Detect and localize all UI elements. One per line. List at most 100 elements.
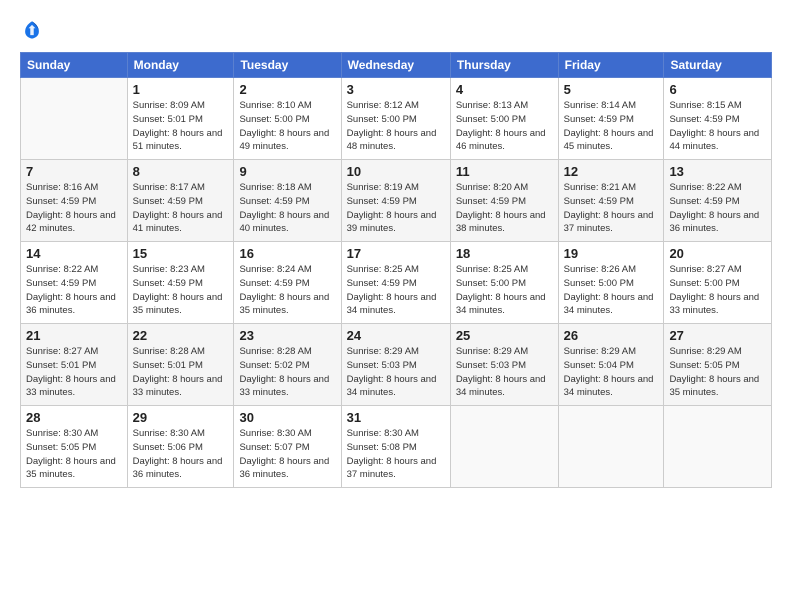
day-detail: Sunrise: 8:29 AMSunset: 5:03 PMDaylight:… [347,345,445,400]
calendar-cell: 17Sunrise: 8:25 AMSunset: 4:59 PMDayligh… [341,242,450,324]
day-number: 11 [456,164,553,179]
day-detail: Sunrise: 8:22 AMSunset: 4:59 PMDaylight:… [669,181,766,236]
day-detail: Sunrise: 8:16 AMSunset: 4:59 PMDaylight:… [26,181,122,236]
day-detail: Sunrise: 8:18 AMSunset: 4:59 PMDaylight:… [239,181,335,236]
calendar-cell: 21 Sunrise: 8:27 AMSunset: 5:01 PMDayligh… [21,324,128,406]
calendar-week-1: 1Sunrise: 8:09 AMSunset: 5:01 PMDaylight… [21,78,772,160]
calendar-week-3: 14 Sunrise: 8:22 AMSunset: 4:59 PMDayligh… [21,242,772,324]
day-detail: Sunrise: 8:29 AMSunset: 5:03 PMDaylight:… [456,345,553,400]
day-number: 31 [347,410,445,425]
day-number: 5 [564,82,659,97]
day-number: 29 [133,410,229,425]
day-number: 14 [26,246,122,261]
day-number: 9 [239,164,335,179]
day-number: 27 [669,328,766,343]
day-number: 8 [133,164,229,179]
calendar-header-row: SundayMondayTuesdayWednesdayThursdayFrid… [21,53,772,78]
calendar-cell: 18 Sunrise: 8:25 AMSunset: 5:00 PMDayligh… [450,242,558,324]
col-header-friday: Friday [558,53,664,78]
calendar-cell: 25 Sunrise: 8:29 AMSunset: 5:03 PMDayligh… [450,324,558,406]
calendar-cell: 8 Sunrise: 8:17 AMSunset: 4:59 PMDaylight… [127,160,234,242]
day-number: 20 [669,246,766,261]
calendar-cell: 14 Sunrise: 8:22 AMSunset: 4:59 PMDayligh… [21,242,128,324]
calendar-cell [450,406,558,488]
day-number: 21 [26,328,122,343]
day-detail: Sunrise: 8:26 AMSunset: 5:00 PMDaylight:… [564,263,659,318]
calendar-cell: 3 Sunrise: 8:12 AMSunset: 5:00 PMDaylight… [341,78,450,160]
day-detail: Sunrise: 8:30 AMSunset: 5:05 PMDaylight:… [26,427,122,482]
calendar-cell: 23 Sunrise: 8:28 AMSunset: 5:02 PMDayligh… [234,324,341,406]
day-number: 10 [347,164,445,179]
calendar-cell: 1Sunrise: 8:09 AMSunset: 5:01 PMDaylight… [127,78,234,160]
day-number: 25 [456,328,553,343]
calendar-cell: 29 Sunrise: 8:30 AMSunset: 5:06 PMDayligh… [127,406,234,488]
day-number: 18 [456,246,553,261]
calendar-cell: 31 Sunrise: 8:30 AMSunset: 5:08 PMDayligh… [341,406,450,488]
day-number: 3 [347,82,445,97]
header [20,18,772,42]
calendar-cell: 27 Sunrise: 8:29 AMSunset: 5:05 PMDayligh… [664,324,772,406]
day-detail: Sunrise: 8:28 AMSunset: 5:02 PMDaylight:… [239,345,335,400]
calendar-cell: 26 Sunrise: 8:29 AMSunset: 5:04 PMDayligh… [558,324,664,406]
day-number: 1 [133,82,229,97]
day-detail: Sunrise: 8:19 AMSunset: 4:59 PMDaylight:… [347,181,445,236]
calendar-cell: 10 Sunrise: 8:19 AMSunset: 4:59 PMDayligh… [341,160,450,242]
calendar-cell: 16 Sunrise: 8:24 AMSunset: 4:59 PMDayligh… [234,242,341,324]
day-detail: Sunrise: 8:29 AMSunset: 5:05 PMDaylight:… [669,345,766,400]
day-detail: Sunrise: 8:15 AMSunset: 4:59 PMDaylight:… [669,99,766,154]
day-detail: Sunrise: 8:10 AMSunset: 5:00 PMDaylight:… [239,99,335,154]
day-detail: Sunrise: 8:27 AMSunset: 5:00 PMDaylight:… [669,263,766,318]
calendar-cell: 19 Sunrise: 8:26 AMSunset: 5:00 PMDayligh… [558,242,664,324]
day-number: 12 [564,164,659,179]
calendar-cell: 28 Sunrise: 8:30 AMSunset: 5:05 PMDayligh… [21,406,128,488]
day-number: 17 [347,246,445,261]
day-detail: Sunrise: 8:27 AMSunset: 5:01 PMDaylight:… [26,345,122,400]
col-header-sunday: Sunday [21,53,128,78]
calendar-cell: 24Sunrise: 8:29 AMSunset: 5:03 PMDayligh… [341,324,450,406]
day-detail: Sunrise: 8:30 AMSunset: 5:07 PMDaylight:… [239,427,335,482]
calendar-cell [21,78,128,160]
calendar-cell: 13Sunrise: 8:22 AMSunset: 4:59 PMDayligh… [664,160,772,242]
col-header-thursday: Thursday [450,53,558,78]
day-detail: Sunrise: 8:17 AMSunset: 4:59 PMDaylight:… [133,181,229,236]
day-number: 7 [26,164,122,179]
col-header-saturday: Saturday [664,53,772,78]
day-detail: Sunrise: 8:25 AMSunset: 5:00 PMDaylight:… [456,263,553,318]
day-number: 6 [669,82,766,97]
calendar-cell: 2Sunrise: 8:10 AMSunset: 5:00 PMDaylight… [234,78,341,160]
day-detail: Sunrise: 8:21 AMSunset: 4:59 PMDaylight:… [564,181,659,236]
col-header-monday: Monday [127,53,234,78]
day-detail: Sunrise: 8:30 AMSunset: 5:08 PMDaylight:… [347,427,445,482]
day-number: 22 [133,328,229,343]
calendar-body: 1Sunrise: 8:09 AMSunset: 5:01 PMDaylight… [21,78,772,488]
calendar-cell: 22 Sunrise: 8:28 AMSunset: 5:01 PMDayligh… [127,324,234,406]
day-number: 28 [26,410,122,425]
calendar-cell: 6 Sunrise: 8:15 AMSunset: 4:59 PMDaylight… [664,78,772,160]
col-header-wednesday: Wednesday [341,53,450,78]
day-detail: Sunrise: 8:30 AMSunset: 5:06 PMDaylight:… [133,427,229,482]
day-number: 16 [239,246,335,261]
calendar-cell: 30 Sunrise: 8:30 AMSunset: 5:07 PMDayligh… [234,406,341,488]
day-detail: Sunrise: 8:13 AMSunset: 5:00 PMDaylight:… [456,99,553,154]
day-detail: Sunrise: 8:23 AMSunset: 4:59 PMDaylight:… [133,263,229,318]
calendar-week-5: 28 Sunrise: 8:30 AMSunset: 5:05 PMDayligh… [21,406,772,488]
day-detail: Sunrise: 8:22 AMSunset: 4:59 PMDaylight:… [26,263,122,318]
calendar-cell: 9 Sunrise: 8:18 AMSunset: 4:59 PMDaylight… [234,160,341,242]
calendar-cell: 20 Sunrise: 8:27 AMSunset: 5:00 PMDayligh… [664,242,772,324]
calendar-cell: 4 Sunrise: 8:13 AMSunset: 5:00 PMDaylight… [450,78,558,160]
day-detail: Sunrise: 8:12 AMSunset: 5:00 PMDaylight:… [347,99,445,154]
day-number: 26 [564,328,659,343]
calendar-cell: 7 Sunrise: 8:16 AMSunset: 4:59 PMDaylight… [21,160,128,242]
calendar-cell [664,406,772,488]
day-detail: Sunrise: 8:28 AMSunset: 5:01 PMDaylight:… [133,345,229,400]
day-number: 4 [456,82,553,97]
calendar-cell [558,406,664,488]
day-detail: Sunrise: 8:24 AMSunset: 4:59 PMDaylight:… [239,263,335,318]
day-detail: Sunrise: 8:29 AMSunset: 5:04 PMDaylight:… [564,345,659,400]
calendar-week-4: 21 Sunrise: 8:27 AMSunset: 5:01 PMDayligh… [21,324,772,406]
day-number: 30 [239,410,335,425]
day-number: 23 [239,328,335,343]
day-number: 19 [564,246,659,261]
calendar-cell: 15Sunrise: 8:23 AMSunset: 4:59 PMDayligh… [127,242,234,324]
calendar-week-2: 7 Sunrise: 8:16 AMSunset: 4:59 PMDaylight… [21,160,772,242]
